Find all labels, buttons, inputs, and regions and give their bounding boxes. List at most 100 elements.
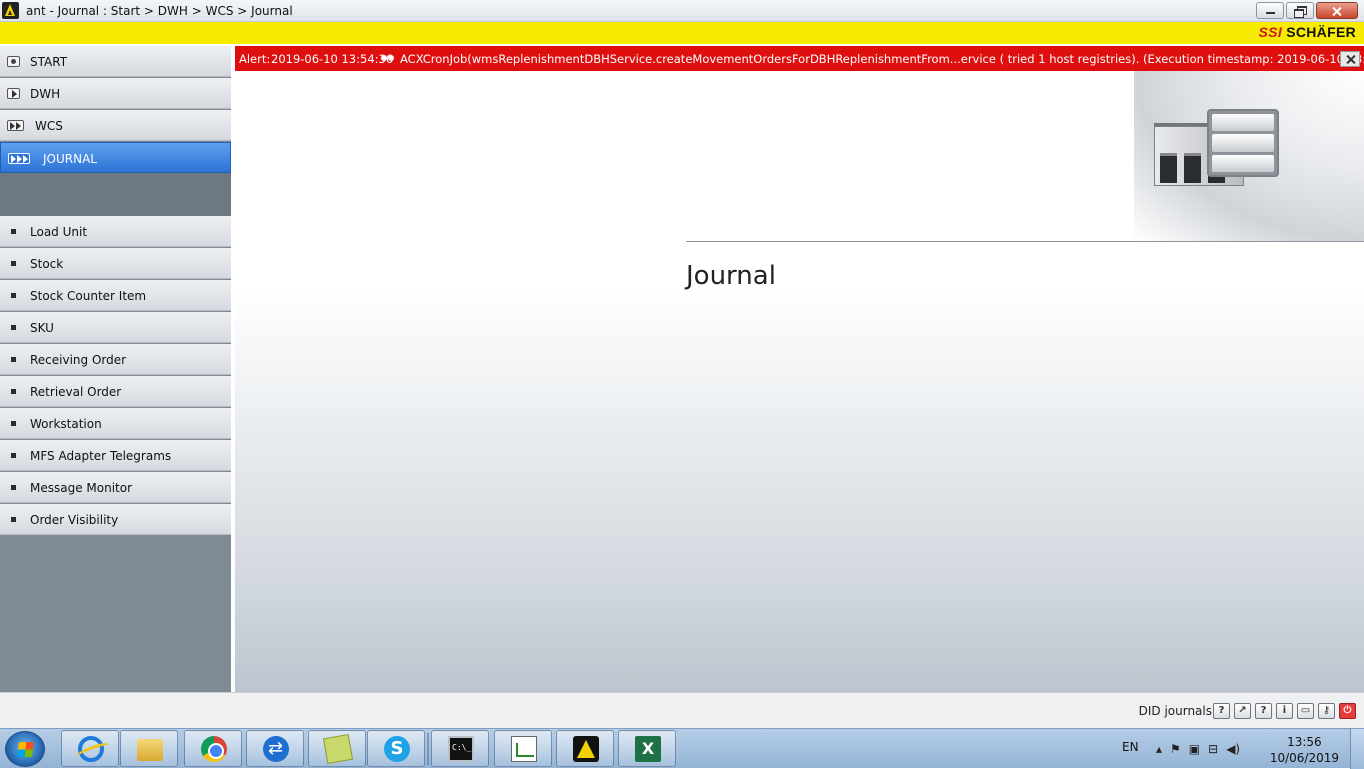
chrome-icon xyxy=(201,736,227,762)
excel-icon: X xyxy=(635,736,661,762)
skype-icon: S xyxy=(384,736,410,762)
clock-date: 10/06/2019 xyxy=(1269,751,1339,765)
help-context-icon[interactable]: ? xyxy=(1255,703,1272,719)
show-desktop-button[interactable] xyxy=(1350,729,1364,769)
sticky-notes-icon xyxy=(322,733,354,765)
nav-label: Order Visibility xyxy=(30,513,119,527)
nav-label: Retrieval Order xyxy=(30,385,122,399)
status-toolbar: ? ↗ ? i ▭ ⚷ ⏻ xyxy=(1213,703,1356,719)
nav-item-retrieval-order[interactable]: Retrieval Order xyxy=(0,376,231,407)
key-icon[interactable]: ⚷ xyxy=(1318,703,1335,719)
nav-item-receiving-order[interactable]: Receiving Order xyxy=(0,344,231,375)
taskbar-internet-explorer[interactable] xyxy=(61,730,119,767)
nav-item-order-visibility[interactable]: Order Visibility xyxy=(0,504,231,535)
nav-label: Stock Counter Item xyxy=(30,289,147,303)
fast-forward-icon xyxy=(7,120,24,131)
brand-ssi: SSI xyxy=(1258,24,1283,40)
start-button[interactable] xyxy=(5,731,45,767)
teamviewer-icon xyxy=(263,736,289,762)
close-button[interactable] xyxy=(1316,2,1358,19)
bullet-icon xyxy=(11,421,16,426)
sidebar: START DWH WCS JOURNAL Load Unit Stock St… xyxy=(0,46,231,692)
nav-item-stock-counter-item[interactable]: Stock Counter Item xyxy=(0,280,231,311)
nav-item-load-unit[interactable]: Load Unit xyxy=(0,216,231,247)
chevron-up-icon[interactable]: ▴ xyxy=(1156,742,1162,756)
bullet-icon xyxy=(11,261,16,266)
nav-item-message-monitor[interactable]: Message Monitor xyxy=(0,472,231,503)
bullet-icon xyxy=(11,389,16,394)
window-controls xyxy=(1256,2,1358,19)
nav-item-wcs[interactable]: WCS xyxy=(0,110,231,141)
device-icon[interactable]: ▣ xyxy=(1189,742,1200,756)
alert-close-icon[interactable] xyxy=(1340,51,1360,67)
volume-icon[interactable]: ◀) xyxy=(1226,742,1240,756)
brand-bar: SSI SCHÄFER xyxy=(0,22,1364,44)
status-text: DID journals xyxy=(1138,704,1212,718)
alert-label: Alert: xyxy=(239,52,271,66)
file-explorer-icon xyxy=(137,739,163,761)
network-icon[interactable]: ⊟ xyxy=(1208,742,1218,756)
taskbar-ant-app[interactable] xyxy=(556,730,614,767)
alert-indicator-icon xyxy=(381,53,395,63)
taskbar-skype[interactable]: S xyxy=(367,730,425,767)
language-indicator[interactable]: EN xyxy=(1122,740,1139,754)
info-icon[interactable]: i xyxy=(1276,703,1293,719)
status-bar: DID journals ? ↗ ? i ▭ ⚷ ⏻ xyxy=(0,692,1364,728)
nav-label: Receiving Order xyxy=(30,353,127,367)
nav-label: SKU xyxy=(30,321,54,335)
clock[interactable]: 13:56 10/06/2019 xyxy=(1270,734,1339,766)
system-tray: EN ▴ ⚑ ▣ ⊟ ◀) 13:56 10/06/2019 xyxy=(1114,729,1364,769)
bullet-icon xyxy=(11,485,16,490)
taskbar-teamviewer[interactable] xyxy=(246,730,304,767)
bullet-icon xyxy=(11,325,16,330)
ant-app-icon xyxy=(573,736,599,762)
taskbar: S C:\_ X EN ▴ ⚑ ▣ ⊟ ◀) 13:56 10/06/2019 xyxy=(0,728,1364,769)
nav-item-workstation[interactable]: Workstation xyxy=(0,408,231,439)
nav-item-stock[interactable]: Stock xyxy=(0,248,231,279)
taskbar-notepad-plus[interactable] xyxy=(494,730,552,767)
circle-icon xyxy=(7,56,20,67)
clock-time: 13:56 xyxy=(1287,735,1322,749)
command-prompt-icon: C:\_ xyxy=(448,736,474,762)
nav-label: Message Monitor xyxy=(30,481,133,495)
ssi-schaefer-logo: SSI SCHÄFER xyxy=(1259,24,1356,40)
window-title: ant - Journal : Start > DWH > WCS > Jour… xyxy=(26,4,293,18)
alert-timestamp: 2019-06-10 13:54:36 xyxy=(271,52,394,66)
sidebar-spacer xyxy=(0,173,231,216)
power-icon[interactable]: ⏻ xyxy=(1339,703,1356,719)
nav-label: START xyxy=(30,55,68,69)
brand-schaefer: SCHÄFER xyxy=(1286,24,1356,40)
alert-message[interactable]: ACXCronJob(wmsReplenishmentDBHService.cr… xyxy=(400,52,1364,66)
tray-icons: ▴ ⚑ ▣ ⊟ ◀) xyxy=(1156,742,1240,756)
taskbar-sticky-notes[interactable] xyxy=(308,730,366,767)
triple-arrow-icon xyxy=(8,153,30,164)
external-link-icon[interactable]: ↗ xyxy=(1234,703,1251,719)
nav-item-journal[interactable]: JOURNAL xyxy=(0,142,231,173)
nav-label: Stock xyxy=(30,257,64,271)
bullet-icon xyxy=(11,453,16,458)
maximize-button[interactable] xyxy=(1286,2,1314,19)
minimize-button[interactable] xyxy=(1256,2,1284,19)
nav-label: JOURNAL xyxy=(43,152,97,166)
nav-item-start[interactable]: START xyxy=(0,46,231,77)
taskbar-separator xyxy=(427,733,429,765)
alert-bar: Alert: 2019-06-10 13:54:36 ACXCronJob(wm… xyxy=(235,46,1364,71)
windows-icon[interactable]: ▭ xyxy=(1297,703,1314,719)
taskbar-chrome[interactable] xyxy=(184,730,242,767)
nav-label: Load Unit xyxy=(30,225,88,239)
title-divider xyxy=(686,241,1364,242)
notepad-plus-icon xyxy=(511,736,537,762)
nav-item-sku[interactable]: SKU xyxy=(0,312,231,343)
nav-label: WCS xyxy=(35,119,63,133)
nav-item-dwh[interactable]: DWH xyxy=(0,78,231,109)
help-icon[interactable]: ? xyxy=(1213,703,1230,719)
bullet-icon xyxy=(11,293,16,298)
flag-icon[interactable]: ⚑ xyxy=(1170,742,1181,756)
taskbar-command-prompt[interactable]: C:\_ xyxy=(431,730,489,767)
bullet-icon xyxy=(11,357,16,362)
taskbar-file-explorer[interactable] xyxy=(120,730,178,767)
window-title-bar: ant - Journal : Start > DWH > WCS > Jour… xyxy=(0,0,1364,22)
nav-item-mfs-adapter-telegrams[interactable]: MFS Adapter Telegrams xyxy=(0,440,231,471)
taskbar-excel[interactable]: X xyxy=(618,730,676,767)
bullet-icon xyxy=(11,229,16,234)
